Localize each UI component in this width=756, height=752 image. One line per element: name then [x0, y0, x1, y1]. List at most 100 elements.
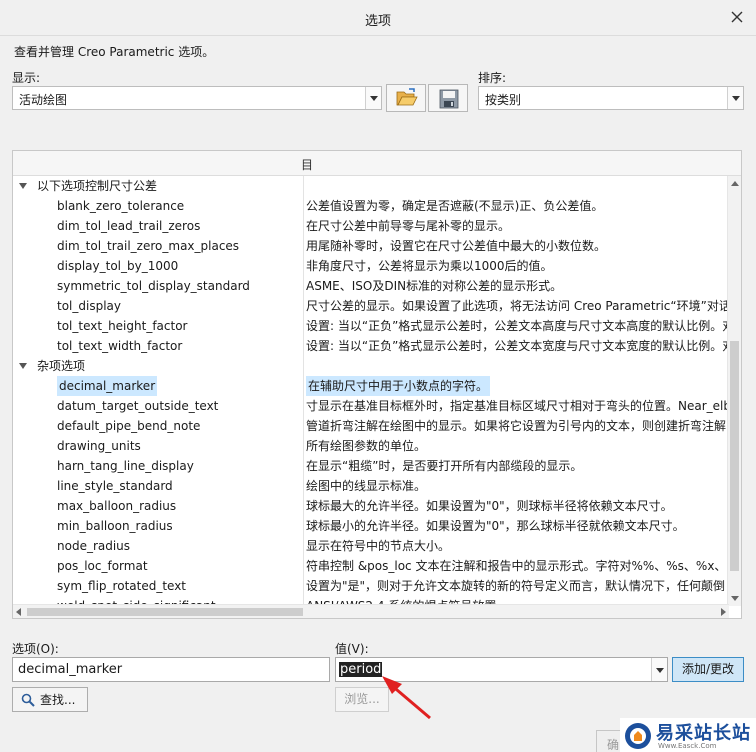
window-title: 选项	[364, 14, 391, 29]
dialog-description: 查看并管理 Creo Parametric 选项。	[14, 45, 215, 59]
option-name: dim_tol_lead_trail_zeros	[57, 219, 201, 233]
group-row[interactable]: 以下选项控制尺寸公差	[13, 176, 303, 196]
sort-dropdown[interactable]: 按类别	[478, 86, 744, 110]
option-row[interactable]: min_balloon_radius	[13, 516, 303, 536]
open-button[interactable]	[386, 84, 426, 112]
option-row[interactable]: dim_tol_trail_zero_max_places	[13, 236, 303, 256]
scroll-thumb[interactable]	[27, 608, 303, 616]
option-name: sym_flip_rotated_text	[57, 579, 187, 593]
description-row[interactable]	[304, 356, 728, 376]
option-row[interactable]: tol_text_width_factor	[13, 336, 303, 356]
description-row[interactable]: 设置: 当以“正负”格式显示公差时，公差文本高度与尺寸文本高度的默认比例。对	[304, 316, 728, 336]
option-name: harn_tang_line_display	[57, 459, 194, 473]
display-value: 活动绘图	[19, 93, 68, 107]
scroll-right-icon[interactable]	[721, 608, 726, 616]
annotation-arrow-icon	[382, 676, 431, 720]
option-name: blank_zero_tolerance	[57, 199, 185, 213]
option-row[interactable]: display_tol_by_1000	[13, 256, 303, 276]
option-description: 球标最小的允许半径。如果设置为"0"，那么球标半径就依赖文本尺寸。	[306, 519, 685, 533]
option-row[interactable]: pos_loc_format	[13, 556, 303, 576]
description-row[interactable]: 寸显示在基准目标框外时，指定基准目标区域尺寸相对于弯头的位置。Near_elb	[304, 396, 728, 416]
description-row[interactable]: 显示在符号中的节点大小。	[304, 536, 728, 556]
option-name: drawing_units	[57, 439, 141, 453]
description-row[interactable]: 绘图中的线显示标准。	[304, 476, 728, 496]
description-row[interactable]: ASME、ISO及DIN标准的对称公差的显示形式。	[304, 276, 728, 296]
collapse-triangle-icon[interactable]	[19, 181, 29, 191]
scroll-down-icon[interactable]	[731, 596, 739, 601]
option-row[interactable]: datum_target_outside_text	[13, 396, 303, 416]
display-dropdown[interactable]: 活动绘图	[12, 86, 382, 110]
option-row[interactable]: tol_display	[13, 296, 303, 316]
option-row[interactable]: default_pipe_bend_note	[13, 416, 303, 436]
magnifier-icon	[21, 693, 35, 707]
description-row[interactable]: 所有绘图参数的单位。	[304, 436, 728, 456]
chevron-down-icon[interactable]	[727, 87, 743, 109]
option-description: 公差值设置为零，确定是否遮蔽(不显示)正、负公差值。	[306, 199, 604, 213]
option-row[interactable]: harn_tang_line_display	[13, 456, 303, 476]
description-row[interactable]: 管道折弯注解在绘图中的显示。如果将它设置为引号内的文本，则创建折弯注解	[304, 416, 728, 436]
find-button[interactable]: 查找...	[12, 687, 88, 712]
option-row[interactable]: sym_flip_rotated_text	[13, 576, 303, 596]
option-description: 设置: 当以“正负”格式显示公差时，公差文本高度与尺寸文本高度的默认比例。对	[306, 319, 728, 333]
save-button[interactable]	[428, 84, 468, 112]
floppy-save-icon	[439, 89, 459, 109]
description-row[interactable]: 尺寸公差的显示。如果设置了此选项，将无法访问 Creo Parametric“环…	[304, 296, 728, 316]
display-label: 显示:	[12, 71, 41, 85]
option-description: 尺寸公差的显示。如果设置了此选项，将无法访问 Creo Parametric“环…	[306, 299, 728, 313]
option-input[interactable]: decimal_marker	[12, 657, 330, 682]
option-row[interactable]: line_style_standard	[13, 476, 303, 496]
horizontal-scrollbar[interactable]	[13, 604, 729, 618]
close-icon[interactable]	[728, 8, 746, 26]
option-description: 在显示“粗缆”时，是否要打开所有内部缆段的显示。	[306, 459, 583, 473]
group-label: 杂项选项	[37, 359, 86, 373]
description-row[interactable]: 非角度尺寸，公差将显示为乘以1000后的值。	[304, 256, 728, 276]
find-button-label: 查找...	[40, 693, 76, 707]
scroll-thumb[interactable]	[730, 341, 739, 571]
option-description: 显示在符号中的节点大小。	[306, 539, 451, 553]
description-row[interactable]: 在尺寸公差中前导零与尾补零的显示。	[304, 216, 728, 236]
option-name: max_balloon_radius	[57, 499, 177, 513]
vertical-scrollbar[interactable]	[727, 176, 741, 606]
option-description: 设置为"是"，则对于允许文本旋转的新的符号定义而言，默认情况下，任何颠倒	[306, 579, 726, 593]
option-name: datum_target_outside_text	[57, 399, 219, 413]
chevron-down-icon[interactable]	[365, 87, 381, 109]
option-row[interactable]: blank_zero_tolerance	[13, 196, 303, 216]
description-row[interactable]: 公差值设置为零，确定是否遮蔽(不显示)正、负公差值。	[304, 196, 728, 216]
scroll-up-icon[interactable]	[731, 181, 739, 186]
option-row[interactable]: drawing_units	[13, 436, 303, 456]
option-row[interactable]: decimal_marker	[13, 376, 303, 396]
value-input-value: period	[339, 662, 383, 677]
description-row[interactable]	[304, 176, 728, 196]
description-row[interactable]: 在显示“粗缆”时，是否要打开所有内部缆段的显示。	[304, 456, 728, 476]
option-names-column: 以下选项控制尺寸公差 blank_zero_tolerance dim_tol_le…	[13, 176, 304, 606]
scroll-left-icon[interactable]	[16, 608, 21, 616]
option-row[interactable]: node_radius	[13, 536, 303, 556]
option-name: line_style_standard	[57, 479, 173, 493]
description-row[interactable]: 设置为"是"，则对于允许文本旋转的新的符号定义而言，默认情况下，任何颠倒	[304, 576, 728, 596]
option-row[interactable]: tol_text_height_factor	[13, 316, 303, 336]
option-label: 选项(O):	[12, 642, 59, 656]
table-header: 目	[13, 151, 741, 176]
description-row[interactable]: 球标最小的允许半径。如果设置为"0"，那么球标半径就依赖文本尺寸。	[304, 516, 728, 536]
option-row[interactable]: symmetric_tol_display_standard	[13, 276, 303, 296]
collapse-triangle-icon[interactable]	[19, 361, 29, 371]
option-description: 管道折弯注解在绘图中的显示。如果将它设置为引号内的文本，则创建折弯注解	[306, 419, 727, 433]
option-description: 设置: 当以“正负”格式显示公差时，公差文本宽度与尺寸文本宽度的默认比例。对	[306, 339, 728, 353]
description-row[interactable]: 设置: 当以“正负”格式显示公差时，公差文本宽度与尺寸文本宽度的默认比例。对	[304, 336, 728, 356]
value-label: 值(V):	[335, 642, 369, 656]
description-row[interactable]: 符串控制 &pos_loc 文本在注解和报告中的显示形式。字符对%%、%s、%x…	[304, 556, 728, 576]
description-row[interactable]: 球标最大的允许半径。如果设置为"0"，则球标半径将依赖文本尺寸。	[304, 496, 728, 516]
folder-open-icon	[396, 88, 418, 106]
chevron-down-icon[interactable]	[651, 658, 667, 681]
add-change-button[interactable]: 添加/更改	[672, 657, 744, 682]
sort-label: 排序:	[478, 71, 507, 85]
group-row[interactable]: 杂项选项	[13, 356, 303, 376]
option-description: 非角度尺寸，公差将显示为乘以1000后的值。	[306, 259, 553, 273]
option-row[interactable]: dim_tol_lead_trail_zeros	[13, 216, 303, 236]
group-label: 以下选项控制尺寸公差	[37, 179, 158, 193]
option-description: 在辅助尺寸中用于小数点的字符。	[306, 376, 491, 396]
option-row[interactable]: max_balloon_radius	[13, 496, 303, 516]
description-row[interactable]: 用尾随补零时，设置它在尺寸公差值中最大的小数位数。	[304, 236, 728, 256]
description-row[interactable]: 在辅助尺寸中用于小数点的字符。	[304, 376, 728, 396]
option-name: node_radius	[57, 539, 131, 553]
